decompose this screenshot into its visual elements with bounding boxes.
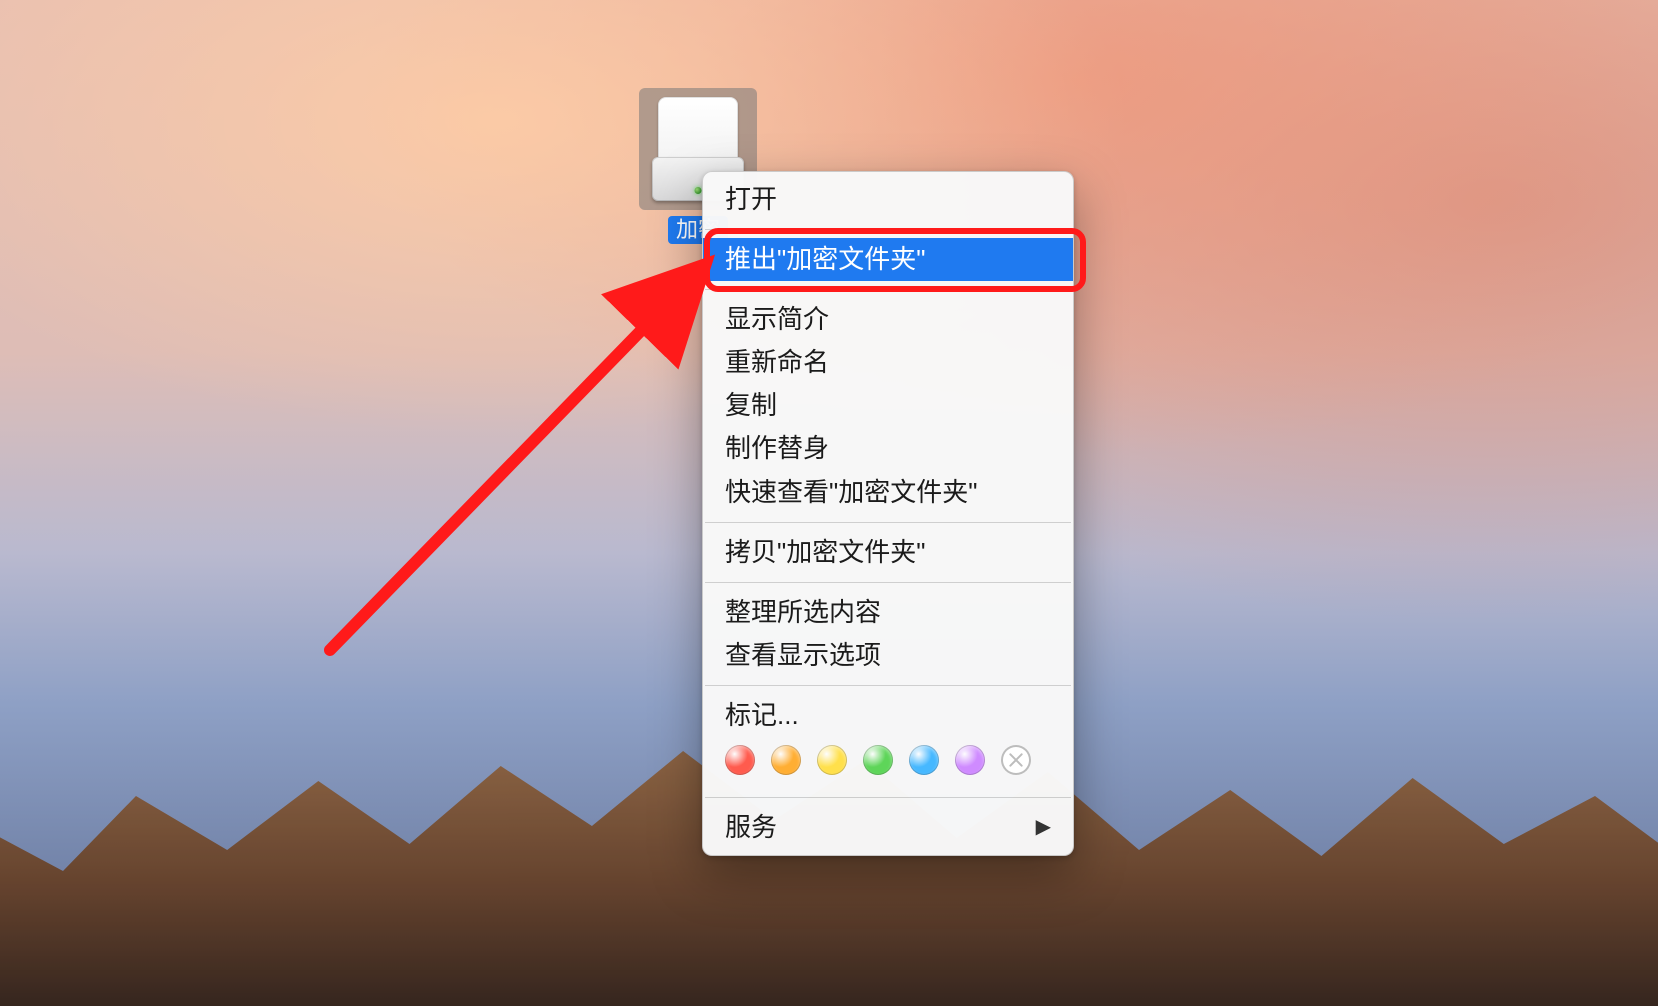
tag-purple[interactable] [955, 745, 985, 775]
menu-separator [705, 685, 1071, 686]
menu-item-copy[interactable]: 拷贝"加密文件夹" [703, 531, 1073, 574]
menu-item-rename[interactable]: 重新命名 [703, 341, 1073, 384]
menu-item-get-info[interactable]: 显示简介 [703, 298, 1073, 341]
menu-item-open[interactable]: 打开 [703, 178, 1073, 221]
tag-blue[interactable] [909, 745, 939, 775]
tag-color-row [703, 737, 1073, 789]
menu-separator [705, 582, 1071, 583]
menu-item-show-view-options[interactable]: 查看显示选项 [703, 634, 1073, 677]
context-menu: 打开 推出"加密文件夹" 显示简介 重新命名 复制 制作替身 快速查看"加密文件… [702, 171, 1074, 856]
menu-item-eject[interactable]: 推出"加密文件夹" [703, 238, 1073, 281]
menu-item-services[interactable]: 服务 ▶ [703, 806, 1073, 849]
submenu-arrow-icon: ▶ [1036, 814, 1051, 841]
menu-item-quick-look[interactable]: 快速查看"加密文件夹" [703, 471, 1073, 514]
menu-item-make-alias[interactable]: 制作替身 [703, 427, 1073, 470]
menu-separator [705, 797, 1071, 798]
menu-item-duplicate[interactable]: 复制 [703, 384, 1073, 427]
menu-item-clean-up-selection[interactable]: 整理所选内容 [703, 591, 1073, 634]
tag-orange[interactable] [771, 745, 801, 775]
tag-yellow[interactable] [817, 745, 847, 775]
menu-item-services-label: 服务 [725, 810, 777, 845]
menu-separator [705, 522, 1071, 523]
menu-separator [705, 289, 1071, 290]
menu-item-tags-header: 标记... [703, 694, 1073, 737]
tag-green[interactable] [863, 745, 893, 775]
tag-red[interactable] [725, 745, 755, 775]
tag-none[interactable] [1001, 745, 1031, 775]
menu-separator [705, 229, 1071, 230]
